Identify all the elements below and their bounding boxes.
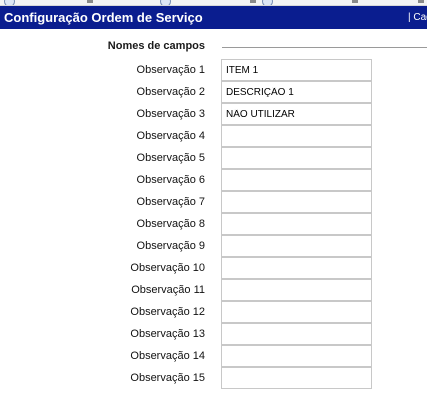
field-label: Observação 1	[136, 64, 205, 76]
field-row-observacao-14: Observação 14	[0, 345, 427, 367]
field-row-observacao-9: Observação 9	[0, 235, 427, 257]
field-row-observacao-7: Observação 7	[0, 191, 427, 213]
observacao-4-input[interactable]	[221, 125, 372, 147]
field-row-observacao-3: Observação 3	[0, 103, 427, 125]
field-label: Observação 2	[136, 86, 205, 98]
field-label: Observação 5	[136, 152, 205, 164]
observacao-7-input[interactable]	[221, 191, 372, 213]
observacao-14-input[interactable]	[221, 345, 372, 367]
header-cad-link[interactable]: | Cad	[408, 12, 427, 23]
observacao-3-input[interactable]	[221, 103, 372, 125]
observacao-11-input[interactable]	[221, 279, 372, 301]
document-icon[interactable]	[352, 0, 358, 3]
title-bar: Configuração Ordem de Serviço | Cad	[0, 6, 427, 29]
field-label: Observação 9	[136, 240, 205, 252]
field-row-observacao-2: Observação 2	[0, 81, 427, 103]
field-row-observacao-15: Observação 15	[0, 367, 427, 389]
field-row-observacao-13: Observação 13	[0, 323, 427, 345]
document-icon[interactable]	[250, 0, 256, 3]
field-label: Observação 4	[136, 130, 205, 142]
field-label: Observação 11	[131, 284, 205, 296]
observacao-5-input[interactable]	[221, 147, 372, 169]
observacao-9-input[interactable]	[221, 235, 372, 257]
field-label: Observação 8	[136, 218, 205, 230]
field-label: Observação 12	[130, 306, 205, 318]
field-label: Observação 7	[136, 196, 205, 208]
observacao-15-input[interactable]	[221, 367, 372, 389]
field-label: Observação 3	[136, 108, 205, 120]
page-title: Configuração Ordem de Serviço	[4, 10, 203, 25]
field-row-observacao-4: Observação 4	[0, 125, 427, 147]
observacao-2-input[interactable]	[221, 81, 372, 103]
field-row-observacao-5: Observação 5	[0, 147, 427, 169]
section-header: Nomes de campos	[0, 39, 427, 55]
section-divider	[222, 47, 427, 48]
observacao-12-input[interactable]	[221, 301, 372, 323]
observacao-13-input[interactable]	[221, 323, 372, 345]
field-row-observacao-10: Observação 10	[0, 257, 427, 279]
field-row-observacao-6: Observação 6	[0, 169, 427, 191]
field-row-observacao-11: Observação 11	[0, 279, 427, 301]
field-label: Observação 13	[130, 328, 205, 340]
field-label: Observação 6	[136, 174, 205, 186]
field-row-observacao-8: Observação 8	[0, 213, 427, 235]
field-row-observacao-12: Observação 12	[0, 301, 427, 323]
observacao-8-input[interactable]	[221, 213, 372, 235]
observacao-10-input[interactable]	[221, 257, 372, 279]
field-label: Observação 15	[130, 372, 205, 384]
observacao-6-input[interactable]	[221, 169, 372, 191]
fields-form: Observação 1 Observação 2 Observação 3 O…	[0, 59, 427, 389]
section-label: Nomes de campos	[107, 40, 205, 52]
arrow-icon[interactable]	[418, 0, 424, 3]
field-row-observacao-1: Observação 1	[0, 59, 427, 81]
field-label: Observação 10	[130, 262, 205, 274]
field-label: Observação 14	[130, 350, 205, 362]
observacao-1-input[interactable]	[221, 59, 372, 81]
document-icon[interactable]	[87, 0, 93, 3]
